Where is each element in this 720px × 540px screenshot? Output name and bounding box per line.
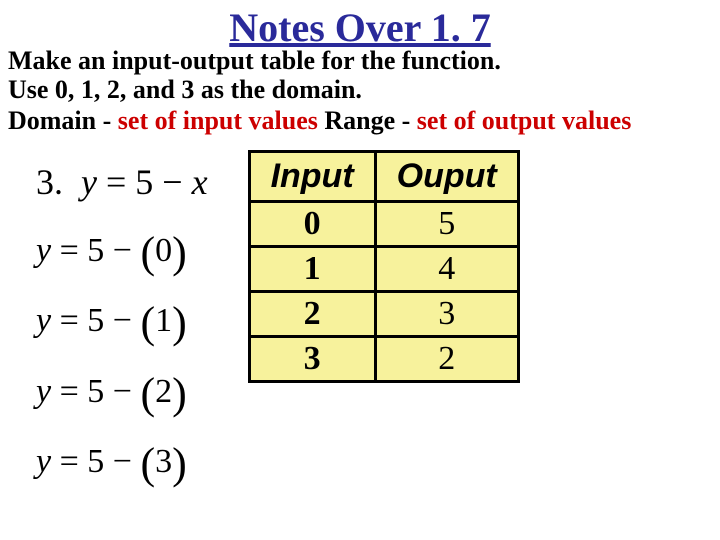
instructions-block: Make an input-output table for the funct…: [8, 47, 712, 104]
cell-input: 0: [249, 202, 375, 247]
range-value: set of output values: [417, 106, 632, 135]
domain-value: set of input values: [118, 106, 318, 135]
page-title: Notes Over 1. 7: [8, 4, 712, 51]
instruction-line-2: Use 0, 1, 2, and 3 as the domain.: [8, 76, 712, 105]
problem-equation: 3. y = 5 − x: [36, 154, 208, 212]
cell-input: 1: [249, 247, 375, 292]
cell-output: 2: [375, 337, 518, 382]
eq-line-3: y = 5 − (3): [36, 429, 208, 499]
table-row: 3 2: [249, 337, 518, 382]
col-input-header: Input: [249, 152, 375, 202]
problem-number: 3.: [36, 162, 63, 202]
cell-input: 3: [249, 337, 375, 382]
eq-line-1: y = 5 − (1): [36, 288, 208, 358]
table-header-row: Input Ouput: [249, 152, 518, 202]
equations-block: 3. y = 5 − x y = 5 − (0) y = 5 − (1) y =…: [36, 148, 208, 499]
table-row: 2 3: [249, 292, 518, 337]
col-output-header: Ouput: [375, 152, 518, 202]
instruction-line-1: Make an input-output table for the funct…: [8, 47, 712, 76]
cell-output: 3: [375, 292, 518, 337]
domain-label: Domain -: [8, 106, 118, 135]
cell-output: 5: [375, 202, 518, 247]
eq-line-2: y = 5 − (2): [36, 359, 208, 429]
cell-output: 4: [375, 247, 518, 292]
definitions-line: Domain - set of input values Range - set…: [8, 106, 712, 136]
range-label: Range -: [324, 106, 416, 135]
cell-input: 2: [249, 292, 375, 337]
eq-line-0: y = 5 − (0): [36, 218, 208, 288]
input-output-table: Input Ouput 0 5 1 4 2 3 3 2: [248, 150, 520, 383]
table-row: 1 4: [249, 247, 518, 292]
table-row: 0 5: [249, 202, 518, 247]
